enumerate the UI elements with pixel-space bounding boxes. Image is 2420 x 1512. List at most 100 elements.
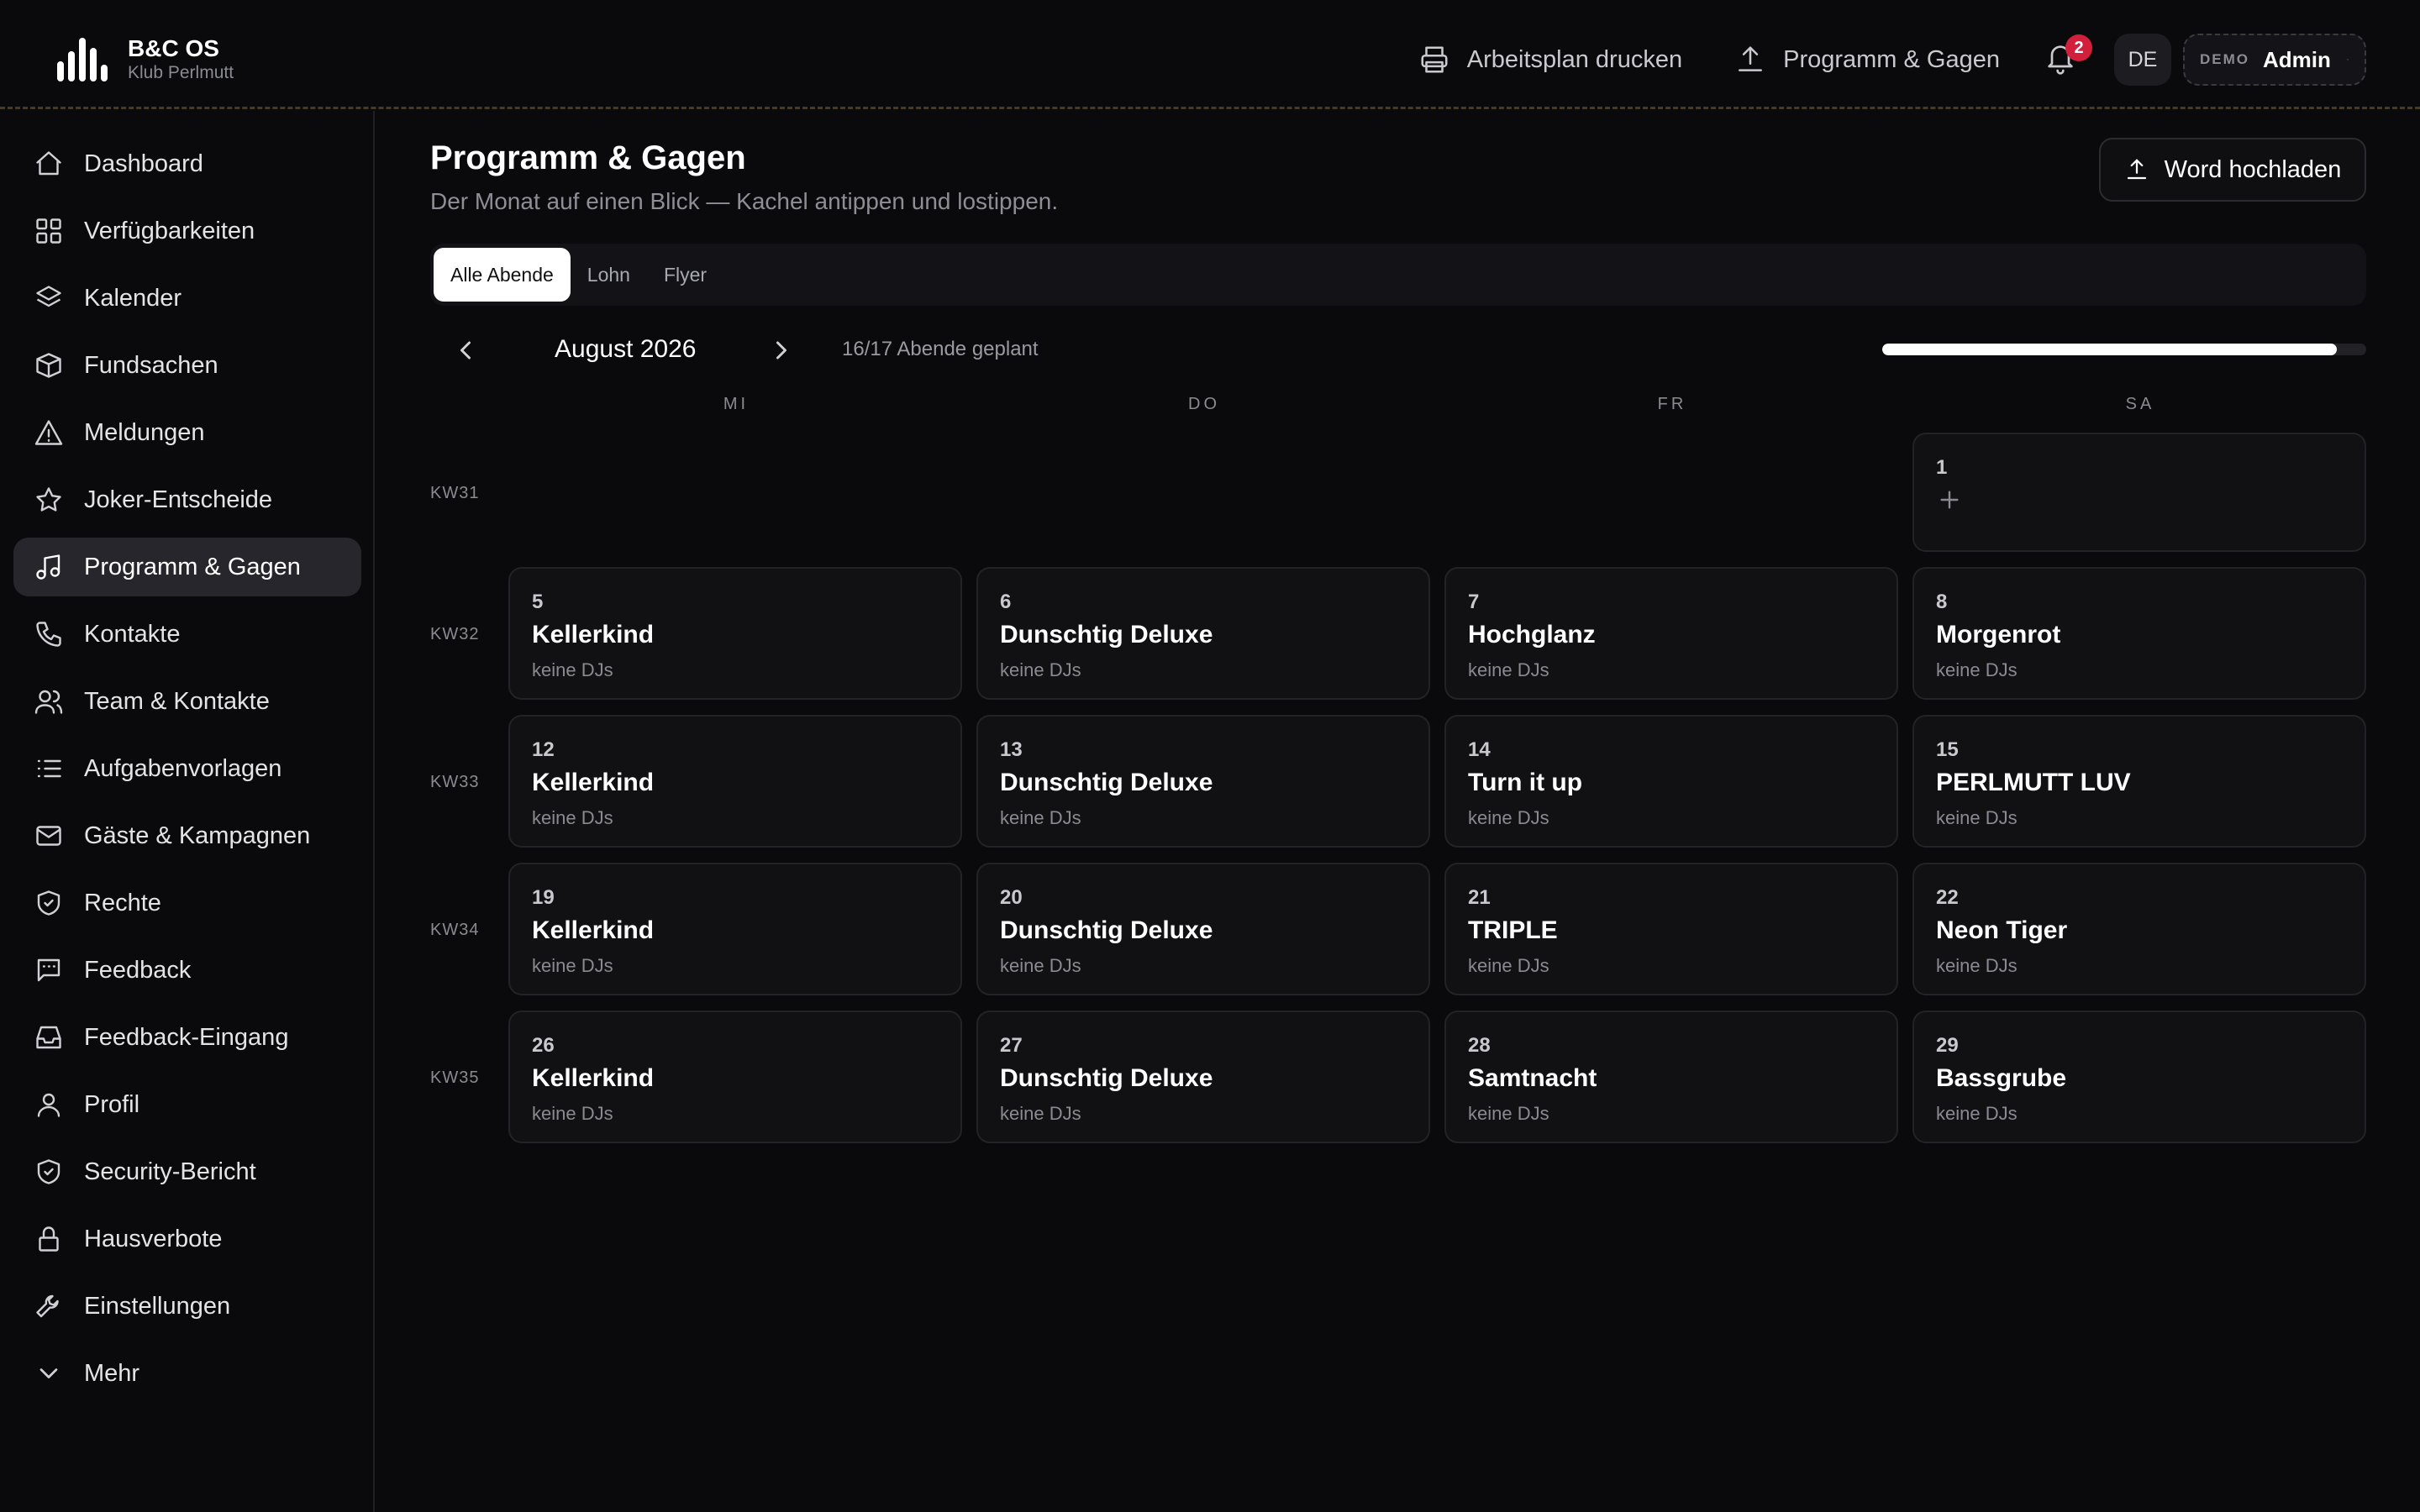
calendar-day-cell[interactable]: 1 (1912, 433, 2366, 552)
tab-flyer[interactable]: Flyer (647, 248, 723, 302)
sidebar-item-dashboard[interactable]: Dashboard (13, 134, 361, 193)
weekday-header: FR (1657, 395, 1687, 413)
calendar-day-cell[interactable]: 26 Kellerkind keine DJs (508, 1011, 962, 1143)
calendar-week-label: KW33 (430, 773, 480, 791)
star-icon (36, 487, 61, 512)
sidebar-item-feedback[interactable]: Feedback (13, 941, 361, 1000)
event-name: PERLMUTT LUV (1936, 769, 2131, 796)
page-subtitle: Der Monat auf einen Blick — Kachel antip… (430, 188, 1059, 214)
app-name: B&C OS (128, 35, 219, 61)
sidebar-item-profile[interactable]: Profil (13, 1075, 361, 1134)
day-number: 27 (1000, 1034, 1023, 1057)
phone-icon (36, 622, 61, 647)
event-name: Bassgrube (1936, 1064, 2067, 1092)
program-fees-label: Programm & Gagen (1783, 45, 2000, 73)
word-upload-button[interactable]: Word hochladen (2099, 138, 2366, 202)
sidebar: Dashboard Verfügbarkeiten Kalender Funds… (0, 111, 375, 1512)
sidebar-item-guests-campaigns[interactable]: Gäste & Kampagnen (13, 806, 361, 865)
sidebar-item-more[interactable]: Mehr (13, 1344, 361, 1403)
calendar-week-label: KW31 (430, 484, 480, 502)
planned-evenings-count: 16/17 Abende geplant (842, 338, 1039, 360)
users-icon (34, 690, 63, 714)
print-schedule-label: Arbeitsplan drucken (1466, 45, 1683, 73)
calendar-day-cell[interactable]: 12 Kellerkind keine DJs (508, 715, 962, 848)
calendar-day-cell[interactable]: 15 PERLMUTT LUV keine DJs (1912, 715, 2366, 848)
mail-icon (36, 826, 61, 846)
tab-all-evenings[interactable]: Alle Abende (434, 248, 571, 302)
calendar-day-cell[interactable]: 8 Morgenrot keine DJs (1912, 567, 2366, 700)
event-name: Kellerkind (532, 1064, 655, 1092)
view-tabs: Alle Abende Lohn Flyer (430, 244, 2366, 306)
day-number: 15 (1936, 738, 1959, 761)
calendar-week-label: KW32 (430, 625, 480, 643)
sidebar-item-lost-found[interactable]: Fundsachen (13, 336, 361, 395)
calendar-week-label: KW34 (430, 921, 480, 939)
dj-status: keine DJs (1468, 807, 1549, 828)
music-icon (36, 554, 60, 580)
chevron-right-icon (776, 341, 786, 360)
sidebar-item-program-fees[interactable]: Programm & Gagen (13, 538, 361, 596)
program-fees-button[interactable]: Programm & Gagen (1734, 44, 2000, 76)
weekday-header: DO (1188, 395, 1220, 413)
sidebar-item-label: Gäste & Kampagnen (84, 822, 311, 849)
shield-check-icon (37, 1159, 60, 1184)
sidebar-item-reports[interactable]: Meldungen (13, 403, 361, 462)
sidebar-item-availability[interactable]: Verfügbarkeiten (13, 202, 361, 260)
day-number: 29 (1936, 1034, 1959, 1057)
dj-status: keine DJs (1000, 955, 1081, 976)
event-name: Morgenrot (1936, 621, 2061, 648)
print-schedule-button[interactable]: Arbeitsplan drucken (1418, 44, 1682, 76)
dj-status: keine DJs (1468, 1103, 1549, 1124)
venue-name: Klub Perlmutt (128, 63, 234, 82)
sidebar-item-feedback-inbox[interactable]: Feedback-Eingang (13, 1008, 361, 1067)
planning-progress-fill (1882, 344, 2338, 355)
current-month: August 2026 (555, 335, 697, 363)
brand[interactable]: B&C OS Klub Perlmutt (55, 35, 234, 84)
previous-month-button[interactable] (450, 335, 481, 365)
sidebar-item-label: Feedback-Eingang (84, 1023, 289, 1051)
sidebar-item-label: Profil (84, 1090, 140, 1118)
sidebar-item-security-report[interactable]: Security-Bericht (13, 1142, 361, 1201)
planning-progress-bar (1882, 344, 2366, 355)
calendar-day-cell[interactable]: 7 Hochglanz keine DJs (1444, 567, 1898, 700)
sidebar-item-task-templates[interactable]: Aufgabenvorlagen (13, 739, 361, 798)
user-name: Admin (2263, 46, 2331, 72)
day-number: 28 (1468, 1034, 1491, 1057)
calendar-day-cell[interactable]: 22 Neon Tiger keine DJs (1912, 863, 2366, 995)
dj-status: keine DJs (1468, 955, 1549, 976)
calendar-day-cell[interactable]: 14 Turn it up keine DJs (1444, 715, 1898, 848)
sidebar-item-team-contacts[interactable]: Team & Kontakte (13, 672, 361, 731)
event-name: Kellerkind (532, 769, 655, 796)
sidebar-item-joker-decisions[interactable]: Joker-Entscheide (13, 470, 361, 529)
calendar-day-cell[interactable]: 21 TRIPLE keine DJs (1444, 863, 1898, 995)
tab-wages[interactable]: Lohn (571, 248, 647, 302)
sidebar-item-contacts[interactable]: Kontakte (13, 605, 361, 664)
calendar-day-cell[interactable]: 29 Bassgrube keine DJs (1912, 1011, 2366, 1143)
event-name: Dunschtig Deluxe (1000, 916, 1213, 944)
wrench-icon (36, 1294, 59, 1318)
calendar-day-cell[interactable]: 20 Dunschtig Deluxe keine DJs (976, 863, 1430, 995)
calendar-day-cell[interactable]: 6 Dunschtig Deluxe keine DJs (976, 567, 1430, 700)
user-icon (37, 1093, 60, 1117)
language-switch-button[interactable]: DE (2114, 34, 2171, 86)
calendar-day-cell[interactable]: 13 Dunschtig Deluxe keine DJs (976, 715, 1430, 848)
event-name: Dunschtig Deluxe (1000, 769, 1213, 796)
notification-count-badge: 2 (2065, 34, 2092, 61)
calendar-day-cell[interactable]: 28 Samtnacht keine DJs (1444, 1011, 1898, 1143)
sidebar-item-permissions[interactable]: Rechte (13, 874, 361, 932)
home-icon (36, 151, 61, 176)
list-icon (37, 759, 61, 778)
sidebar-item-settings[interactable]: Einstellungen (13, 1277, 361, 1336)
dj-status: keine DJs (532, 659, 613, 680)
sidebar-item-house-bans[interactable]: Hausverbote (13, 1210, 361, 1268)
calendar-day-cell[interactable]: 27 Dunschtig Deluxe keine DJs (976, 1011, 1430, 1143)
notifications-button[interactable]: 2 (2044, 34, 2092, 78)
sidebar-item-calendar[interactable]: Kalender (13, 269, 361, 328)
layers-icon (36, 286, 61, 307)
user-menu-button[interactable]: DEMO Admin (2183, 34, 2366, 86)
sidebar-item-label: Dashboard (84, 150, 203, 177)
calendar-day-cell[interactable]: 5 Kellerkind keine DJs (508, 567, 962, 700)
sidebar-item-label: Kalender (84, 284, 182, 312)
calendar-day-cell[interactable]: 19 Kellerkind keine DJs (508, 863, 962, 995)
next-month-button[interactable] (766, 335, 797, 365)
